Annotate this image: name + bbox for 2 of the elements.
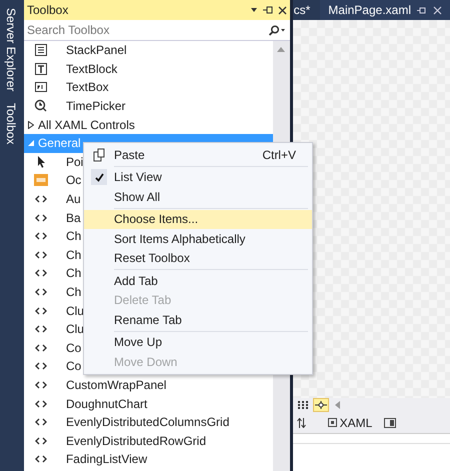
shortcut-text: Ctrl+V — [262, 146, 297, 164]
panel-title: Toolbox — [26, 2, 70, 19]
